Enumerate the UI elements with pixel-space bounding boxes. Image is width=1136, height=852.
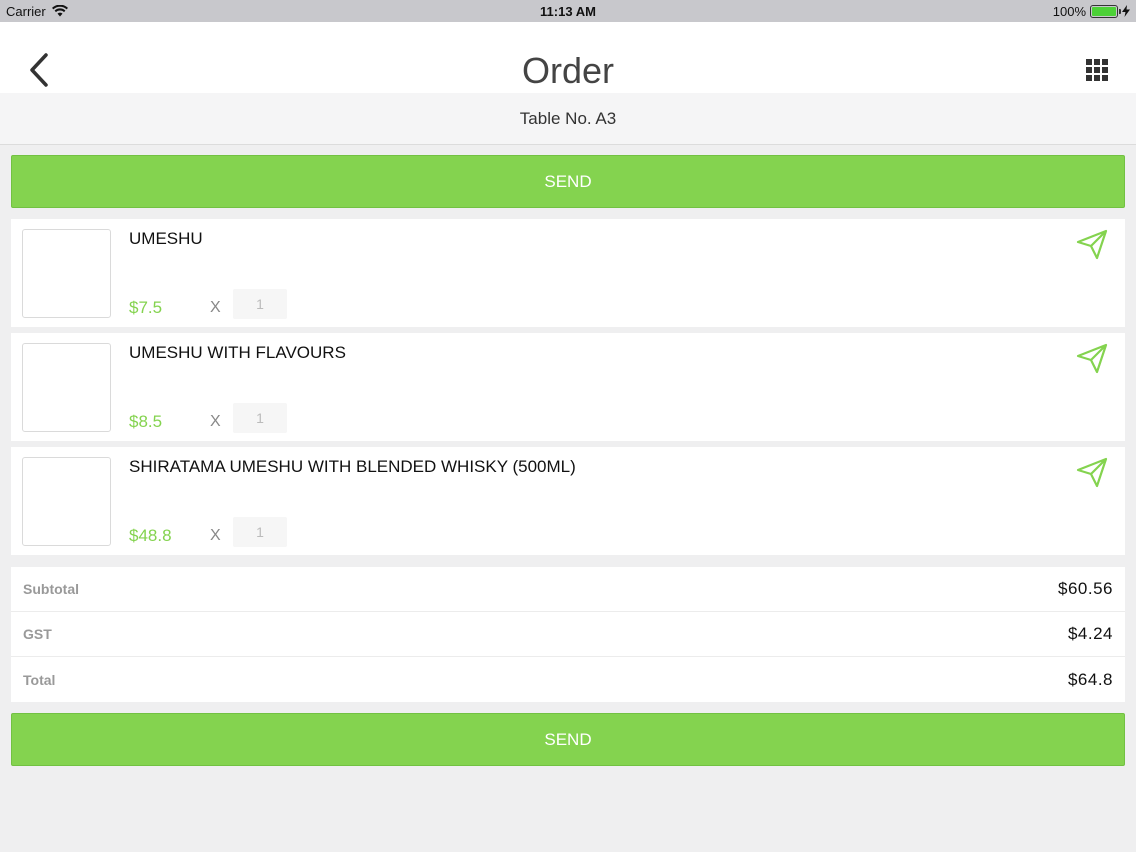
- table-number-label: Table No. A3: [519, 108, 617, 128]
- wifi-icon: [51, 5, 68, 17]
- item-thumbnail: [22, 229, 111, 318]
- page-title: Order: [521, 50, 615, 91]
- item-name: UMESHU: [129, 229, 203, 248]
- item-multiplier: X: [210, 527, 221, 544]
- item-quantity-input[interactable]: [233, 403, 287, 433]
- item-name: SHIRATAMA UMESHU WITH BLENDED WHISKY (50…: [129, 457, 576, 476]
- status-right: 100%: [930, 4, 1130, 19]
- order-item: UMESHU $7.5 X: [11, 219, 1125, 327]
- item-price: $48.8: [129, 526, 172, 545]
- item-name: UMESHU WITH FLAVOURS: [129, 343, 346, 362]
- item-thumbnail: [22, 457, 111, 546]
- gst-value: $4.24: [1067, 624, 1113, 643]
- paper-plane-icon[interactable]: [1075, 341, 1109, 375]
- total-value: $64.8: [1067, 669, 1113, 689]
- item-quantity-input[interactable]: [233, 517, 287, 547]
- order-item: UMESHU WITH FLAVOURS $8.5 X: [11, 333, 1125, 441]
- battery-icon: [1090, 4, 1121, 18]
- subtotal-label: Subtotal: [23, 581, 79, 597]
- send-button-top[interactable]: SEND: [11, 155, 1125, 208]
- totals-panel: Subtotal $60.56 GST $4.24 Total $64.8: [11, 567, 1125, 702]
- gst-label: GST: [23, 626, 52, 642]
- menu-grid-button[interactable]: [1082, 55, 1112, 85]
- total-label: Total: [23, 671, 56, 688]
- subtotal-value: $60.56: [1058, 579, 1113, 598]
- paper-plane-icon[interactable]: [1075, 227, 1109, 261]
- table-number-bar: Table No. A3: [0, 93, 1136, 145]
- status-time: 11:13 AM: [540, 3, 596, 19]
- send-button-bottom[interactable]: SEND: [11, 713, 1125, 766]
- nav-header: Order: [0, 22, 1136, 93]
- status-bar: Carrier 11:13 AM 100%: [0, 0, 1136, 22]
- item-price: $7.5: [129, 298, 163, 317]
- charging-icon: [1122, 5, 1130, 17]
- battery-percent: 100%: [1052, 3, 1086, 19]
- item-quantity-input[interactable]: [233, 289, 287, 319]
- gst-row: GST $4.24: [11, 612, 1125, 657]
- paper-plane-icon[interactable]: [1075, 455, 1109, 489]
- item-thumbnail: [22, 343, 111, 432]
- item-multiplier: X: [210, 413, 221, 430]
- status-left: Carrier: [6, 4, 206, 19]
- order-item: SHIRATAMA UMESHU WITH BLENDED WHISKY (50…: [11, 447, 1125, 555]
- total-row: Total $64.8: [11, 657, 1125, 702]
- subtotal-row: Subtotal $60.56: [11, 567, 1125, 612]
- item-price: $8.5: [129, 412, 163, 431]
- item-multiplier: X: [210, 299, 221, 316]
- grid-icon: [1086, 59, 1108, 81]
- carrier-label: Carrier: [6, 3, 46, 19]
